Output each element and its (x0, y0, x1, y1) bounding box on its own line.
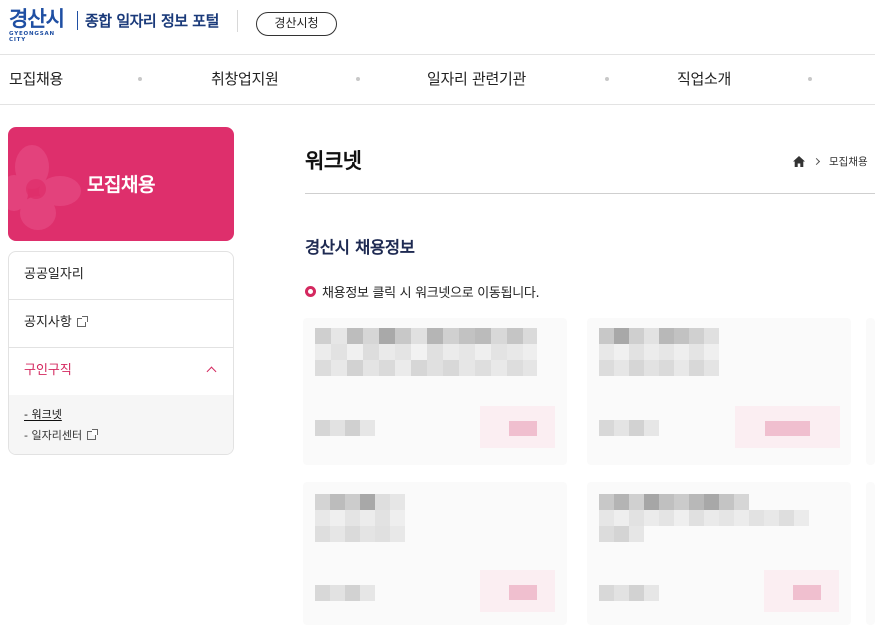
job-card[interactable] (587, 482, 851, 625)
blurred-tag (480, 570, 555, 612)
lnb-item-job-search[interactable]: 구인구직 (9, 348, 233, 396)
lnb-item-label: 구인구직 (24, 363, 72, 378)
logo-subtext: GYEONGSAN CITY (9, 31, 55, 43)
blurred-text (315, 526, 405, 542)
nav-item-job-placement[interactable]: 직업소개 (677, 68, 731, 89)
main-nav: 모집채용 취창업지원 일자리 관련기관 직업소개 (0, 55, 875, 105)
breadcrumb: 모집채용 (793, 154, 868, 169)
nav-dot (808, 77, 812, 81)
breadcrumb-chevron-icon (812, 157, 821, 166)
blurred-text (599, 585, 659, 601)
logo-text: 경산시 (9, 7, 65, 31)
blurred-text (599, 360, 719, 376)
submenu-item-label: - 일자리센터 (24, 429, 83, 442)
blurred-text (315, 510, 405, 526)
nav-item-startup-support[interactable]: 취창업지원 (211, 68, 279, 89)
blurred-text (599, 344, 719, 360)
portal-title[interactable]: 종합 일자리 정보 포털 (85, 10, 219, 31)
bullet-icon (305, 286, 316, 297)
site-header: 경산시 GYEONGSAN CITY 종합 일자리 정보 포털 경산시청 (0, 0, 875, 55)
blurred-text (315, 360, 537, 376)
breadcrumb-current: 모집채용 (829, 156, 868, 168)
job-card-partial[interactable] (866, 318, 875, 465)
gyeongsan-logo[interactable]: 경산시 GYEONGSAN CITY (9, 7, 71, 43)
job-card[interactable] (303, 482, 567, 625)
header-divider (237, 10, 238, 32)
job-card[interactable] (587, 318, 851, 465)
chevron-up-icon (206, 366, 217, 377)
nav-item-job-agencies[interactable]: 일자리 관련기관 (427, 68, 526, 89)
notice: 채용정보 클릭 시 워크넷으로 이동됩니다. (305, 282, 540, 301)
lnb-title-box: 모집채용 (8, 127, 234, 241)
lnb-title: 모집채용 (87, 174, 155, 196)
lnb-item-public-jobs[interactable]: 공공일자리 (9, 252, 233, 300)
nav-dot (356, 77, 360, 81)
nav-dot (605, 77, 609, 81)
notice-text: 채용정보 클릭 시 워크넷으로 이동됩니다. (322, 286, 540, 301)
home-icon[interactable] (793, 156, 805, 167)
logo-divider (77, 11, 78, 30)
blurred-text (315, 585, 375, 601)
external-link-icon (87, 429, 99, 440)
blurred-text (315, 494, 405, 510)
nav-item-recruitment[interactable]: 모집채용 (9, 68, 63, 89)
submenu-item-job-center[interactable]: - 일자리센터 (24, 427, 99, 443)
lnb-item-label: 공지사항 (24, 315, 72, 330)
blurred-text (599, 526, 644, 542)
blurred-tag (480, 406, 555, 448)
submenu-item-worknet[interactable]: - 워크넷 (24, 406, 62, 422)
lnb-submenu: - 워크넷 - 일자리센터 (9, 395, 233, 454)
blurred-text (315, 328, 537, 344)
job-card[interactable] (303, 318, 567, 465)
external-link-icon (76, 316, 88, 327)
blurred-tag (735, 406, 840, 448)
job-card-partial[interactable] (866, 482, 875, 625)
cityhall-button[interactable]: 경산시청 (256, 12, 337, 36)
nav-dot (138, 77, 142, 81)
blurred-text (599, 420, 659, 436)
blurred-tag (764, 570, 839, 612)
lnb-item-label: 공공일자리 (24, 267, 84, 282)
title-divider (305, 193, 875, 194)
blurred-text (315, 420, 375, 436)
blurred-text (599, 328, 719, 344)
blurred-text (599, 494, 749, 510)
section-title: 경산시 채용정보 (305, 238, 415, 257)
lnb-item-notices[interactable]: 공지사항 (9, 300, 233, 348)
page-title: 워크넷 (305, 149, 362, 173)
blurred-text (315, 344, 537, 360)
lnb-menu: 공공일자리 공지사항 구인구직 - 워크넷 - 일자리센터 (8, 251, 234, 455)
blurred-text (599, 510, 809, 526)
